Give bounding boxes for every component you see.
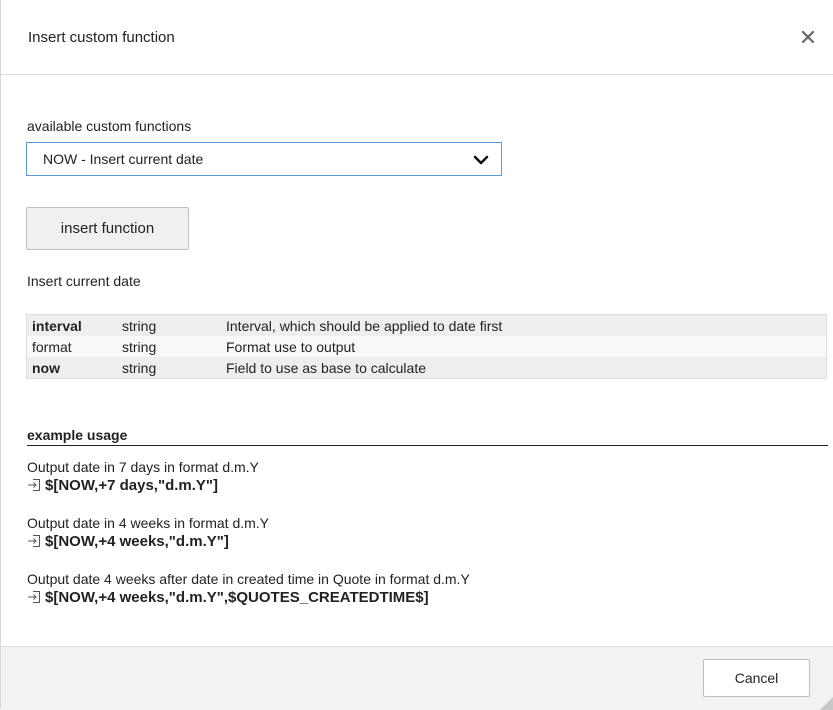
example-item: Output date in 7 days in format d.m.Y $[… (27, 459, 259, 494)
example-code: $[NOW,+4 weeks,"d.m.Y",$QUOTES_CREATEDTI… (45, 589, 429, 606)
example-usage-heading: example usage (27, 427, 828, 446)
table-row: now string Field to use as base to calcu… (27, 357, 827, 379)
table-row: interval string Interval, which should b… (27, 315, 827, 337)
resize-grip-icon[interactable] (820, 696, 833, 710)
insert-icon[interactable] (27, 478, 41, 492)
insert-custom-function-dialog: Insert custom function available custom … (0, 0, 833, 710)
parameters-table: interval string Interval, which should b… (26, 314, 827, 379)
dialog-title: Insert custom function (28, 29, 175, 46)
dialog-footer: Cancel (1, 646, 833, 710)
close-icon (801, 30, 815, 44)
insert-function-button[interactable]: insert function (26, 207, 189, 250)
insert-icon[interactable] (27, 590, 41, 604)
example-item: Output date 4 weeks after date in create… (27, 571, 470, 606)
example-description: Output date in 4 weeks in format d.m.Y (27, 515, 270, 531)
close-button[interactable] (797, 26, 819, 48)
function-description: Insert current date (27, 273, 141, 289)
dialog-titlebar: Insert custom function (1, 0, 833, 75)
param-type: string (117, 336, 221, 357)
available-functions-label: available custom functions (27, 118, 192, 134)
param-type: string (122, 317, 157, 334)
param-description: Format use to output (221, 336, 827, 357)
example-description: Output date 4 weeks after date in create… (27, 571, 470, 587)
example-code-line[interactable]: $[NOW,+4 weeks,"d.m.Y",$QUOTES_CREATEDTI… (27, 589, 470, 606)
param-description: Field to use as base to calculate (226, 359, 427, 376)
example-code: $[NOW,+7 days,"d.m.Y"] (45, 477, 219, 494)
chevron-down-icon (473, 155, 489, 165)
example-item: Output date in 4 weeks in format d.m.Y $… (27, 515, 269, 550)
param-name: now (32, 359, 60, 376)
cancel-button[interactable]: Cancel (703, 659, 810, 697)
param-description: Interval, which should be applied to dat… (226, 317, 503, 334)
function-select[interactable]: NOW - Insert current date (26, 142, 502, 176)
param-name: format (26, 336, 117, 357)
function-select-value: NOW - Insert current date (43, 151, 204, 167)
param-type: string (122, 359, 157, 376)
example-code-line[interactable]: $[NOW,+4 weeks,"d.m.Y"] (27, 533, 269, 550)
example-code: $[NOW,+4 weeks,"d.m.Y"] (45, 533, 229, 550)
example-description: Output date in 7 days in format d.m.Y (27, 459, 259, 475)
insert-icon[interactable] (27, 534, 41, 548)
param-name: interval (32, 317, 82, 334)
table-row: format string Format use to output (26, 336, 827, 357)
example-code-line[interactable]: $[NOW,+7 days,"d.m.Y"] (27, 477, 259, 494)
